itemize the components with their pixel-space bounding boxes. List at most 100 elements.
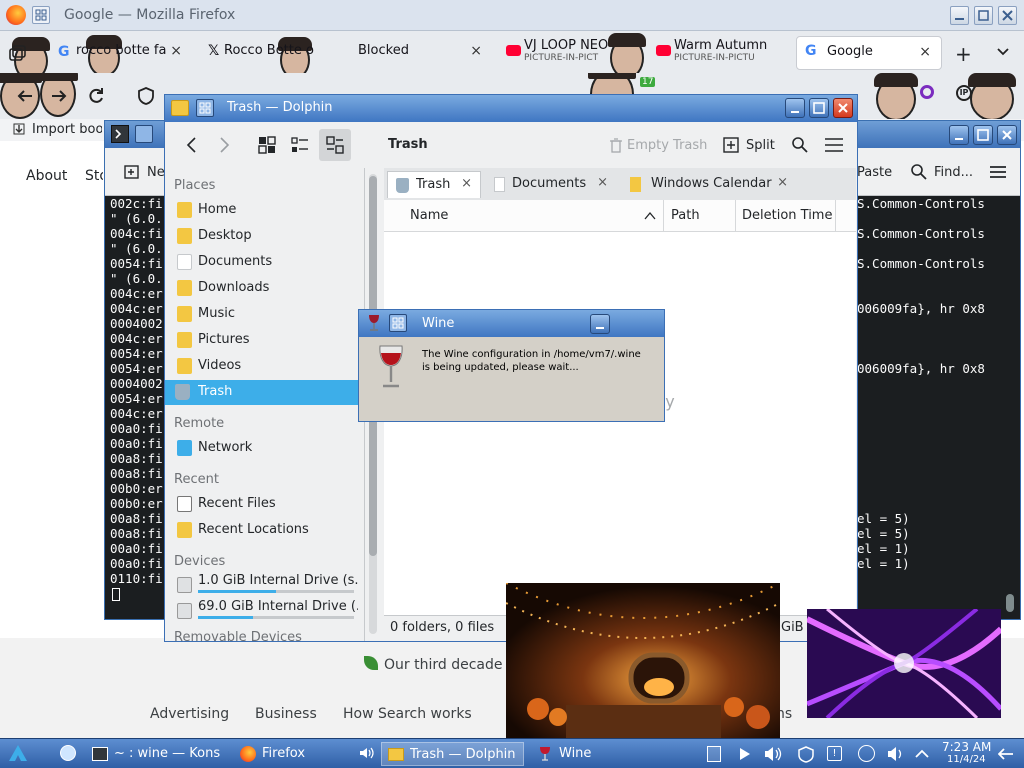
wine-titlebar[interactable]: Wine xyxy=(359,310,664,337)
new-tab-label[interactable]: Ne xyxy=(147,165,165,180)
taskbar-item-dolphin[interactable]: Trash — Dolphin xyxy=(381,742,524,766)
extension-icon[interactable] xyxy=(920,85,934,99)
forward-icon[interactable] xyxy=(217,136,231,154)
hamburger-menu-icon[interactable] xyxy=(989,163,1007,181)
shield-icon[interactable] xyxy=(137,86,155,106)
ip-extension-icon[interactable]: IP xyxy=(956,85,972,101)
notification-icon[interactable]: ! xyxy=(827,746,842,761)
column-deletion-time[interactable]: Deletion Time xyxy=(736,200,836,232)
clock-date[interactable]: 11/4/24 xyxy=(947,754,986,765)
column-name[interactable]: Name xyxy=(402,200,664,232)
find-button[interactable]: Find... xyxy=(934,165,973,180)
sidebar-item-downloads[interactable]: Downloads xyxy=(173,276,359,301)
close-button[interactable] xyxy=(998,6,1017,25)
autumn-video-pip[interactable] xyxy=(506,583,780,738)
tab-overview-icon[interactable] xyxy=(8,45,26,63)
network-icon[interactable] xyxy=(858,745,875,762)
vj-loop-video-pip[interactable] xyxy=(807,609,1001,718)
tab-list-button[interactable] xyxy=(995,43,1011,59)
split-button[interactable]: Split xyxy=(746,138,775,153)
tab-vj-loop[interactable]: VJ LOOP NEO PICTURE-IN-PICT xyxy=(500,36,640,70)
minimize-button[interactable] xyxy=(590,314,610,334)
taskbar-item-konsole[interactable]: ~ : wine — Kons xyxy=(86,742,227,766)
sidebar-item-home[interactable]: Home xyxy=(173,198,359,223)
search-icon[interactable] xyxy=(910,163,928,181)
import-bookmarks-link[interactable]: Import boo xyxy=(32,122,102,137)
hamburger-menu-icon[interactable] xyxy=(824,136,844,154)
about-link[interactable]: About xyxy=(26,168,67,184)
compact-view-icon[interactable] xyxy=(291,136,309,154)
back-arrow-icon[interactable] xyxy=(16,87,34,105)
show-desktop-icon[interactable] xyxy=(998,746,1016,762)
close-icon[interactable]: × xyxy=(919,44,931,60)
back-icon[interactable] xyxy=(185,136,199,154)
close-icon[interactable]: × xyxy=(597,175,608,190)
column-path[interactable]: Path xyxy=(664,200,736,232)
tab-trash[interactable]: Trash × xyxy=(387,171,481,198)
paste-button[interactable]: Paste xyxy=(857,165,892,180)
maximize-button[interactable] xyxy=(809,98,829,118)
close-icon[interactable]: × xyxy=(170,43,182,59)
sidebar-item-drive-1[interactable]: 1.0 GiB Internal Drive (s... xyxy=(173,572,359,598)
close-icon[interactable]: × xyxy=(777,175,788,190)
sidebar-item-drive-2[interactable]: 69.0 GiB Internal Drive (... xyxy=(173,598,359,624)
close-button[interactable] xyxy=(997,125,1017,145)
details-view-button[interactable] xyxy=(319,129,351,161)
media-play-icon[interactable] xyxy=(738,746,752,762)
globe-icon[interactable] xyxy=(60,745,76,761)
audio-volume-icon[interactable] xyxy=(886,745,906,763)
icons-view-icon[interactable] xyxy=(258,136,276,154)
minimize-button[interactable] xyxy=(950,6,969,25)
updates-icon[interactable] xyxy=(797,745,815,763)
sidebar-item-music[interactable]: Music xyxy=(173,302,359,327)
search-icon[interactable] xyxy=(791,136,809,154)
tab-x-post[interactable]: 𝕏 Rocco Botte o xyxy=(200,36,340,70)
new-tab-icon[interactable] xyxy=(123,163,141,181)
taskbar-item-firefox[interactable]: Firefox xyxy=(234,742,380,766)
new-tab-button[interactable]: + xyxy=(955,42,972,66)
store-link[interactable]: Sto xyxy=(85,168,103,184)
close-icon[interactable]: × xyxy=(470,43,482,59)
split-icon[interactable] xyxy=(723,137,739,153)
volume-icon[interactable] xyxy=(763,745,783,763)
business-link[interactable]: Business xyxy=(255,706,317,722)
tab-warm-autumn[interactable]: Warm Autumn PICTURE-IN-PICTU xyxy=(650,36,790,70)
sidebar-item-network[interactable]: Network xyxy=(173,436,359,461)
empty-trash-button[interactable]: Empty Trash xyxy=(627,138,707,153)
maximize-button[interactable] xyxy=(973,125,993,145)
clipboard-icon[interactable] xyxy=(707,746,721,762)
chevron-up-icon[interactable] xyxy=(914,747,930,759)
location-breadcrumb[interactable]: Trash xyxy=(388,137,428,152)
minimize-button[interactable] xyxy=(949,125,969,145)
taskbar-item-wine[interactable]: Wine xyxy=(531,742,671,766)
window-menu-icon[interactable] xyxy=(32,6,50,24)
sidebar-item-pictures[interactable]: Pictures xyxy=(173,328,359,353)
app-launcher-icon[interactable] xyxy=(8,743,28,763)
sidebar-item-recent-locations[interactable]: Recent Locations xyxy=(173,518,359,543)
sidebar-item-trash[interactable]: Trash xyxy=(165,380,365,405)
sidebar-item-recent-files[interactable]: Recent Files xyxy=(173,492,359,517)
reload-icon[interactable] xyxy=(86,86,106,106)
wine-dialog[interactable]: Wine The Wine configuration in /home/vm7… xyxy=(358,309,665,422)
clock-time[interactable]: 7:23 AM xyxy=(942,740,991,754)
sidebar-item-desktop[interactable]: Desktop xyxy=(173,224,359,249)
firefox-titlebar[interactable]: Google — Mozilla Firefox xyxy=(0,0,1024,31)
forward-arrow-icon[interactable] xyxy=(50,87,68,105)
scrollbar-thumb[interactable] xyxy=(1006,594,1014,612)
tab-google-search[interactable]: G rocco botte fa × xyxy=(52,36,190,70)
how-search-works-link[interactable]: How Search works xyxy=(343,706,472,722)
sidebar-item-videos[interactable]: Videos xyxy=(173,354,359,379)
maximize-button[interactable] xyxy=(974,6,993,25)
tab-google[interactable]: G Google × xyxy=(796,36,942,70)
minimize-button[interactable] xyxy=(785,98,805,118)
dolphin-titlebar[interactable]: Trash — Dolphin xyxy=(165,95,857,122)
window-menu-icon[interactable] xyxy=(389,314,407,332)
tab-windows-calendar[interactable]: Windows Calendar × xyxy=(620,171,796,198)
window-menu-icon[interactable] xyxy=(196,99,214,117)
sidebar-item-documents[interactable]: Documents xyxy=(173,250,359,275)
close-button[interactable] xyxy=(833,98,853,118)
tab-documents[interactable]: Documents × xyxy=(484,171,616,198)
advertising-link[interactable]: Advertising xyxy=(150,706,229,722)
window-menu-icon[interactable] xyxy=(135,125,153,143)
close-icon[interactable]: × xyxy=(461,176,472,191)
